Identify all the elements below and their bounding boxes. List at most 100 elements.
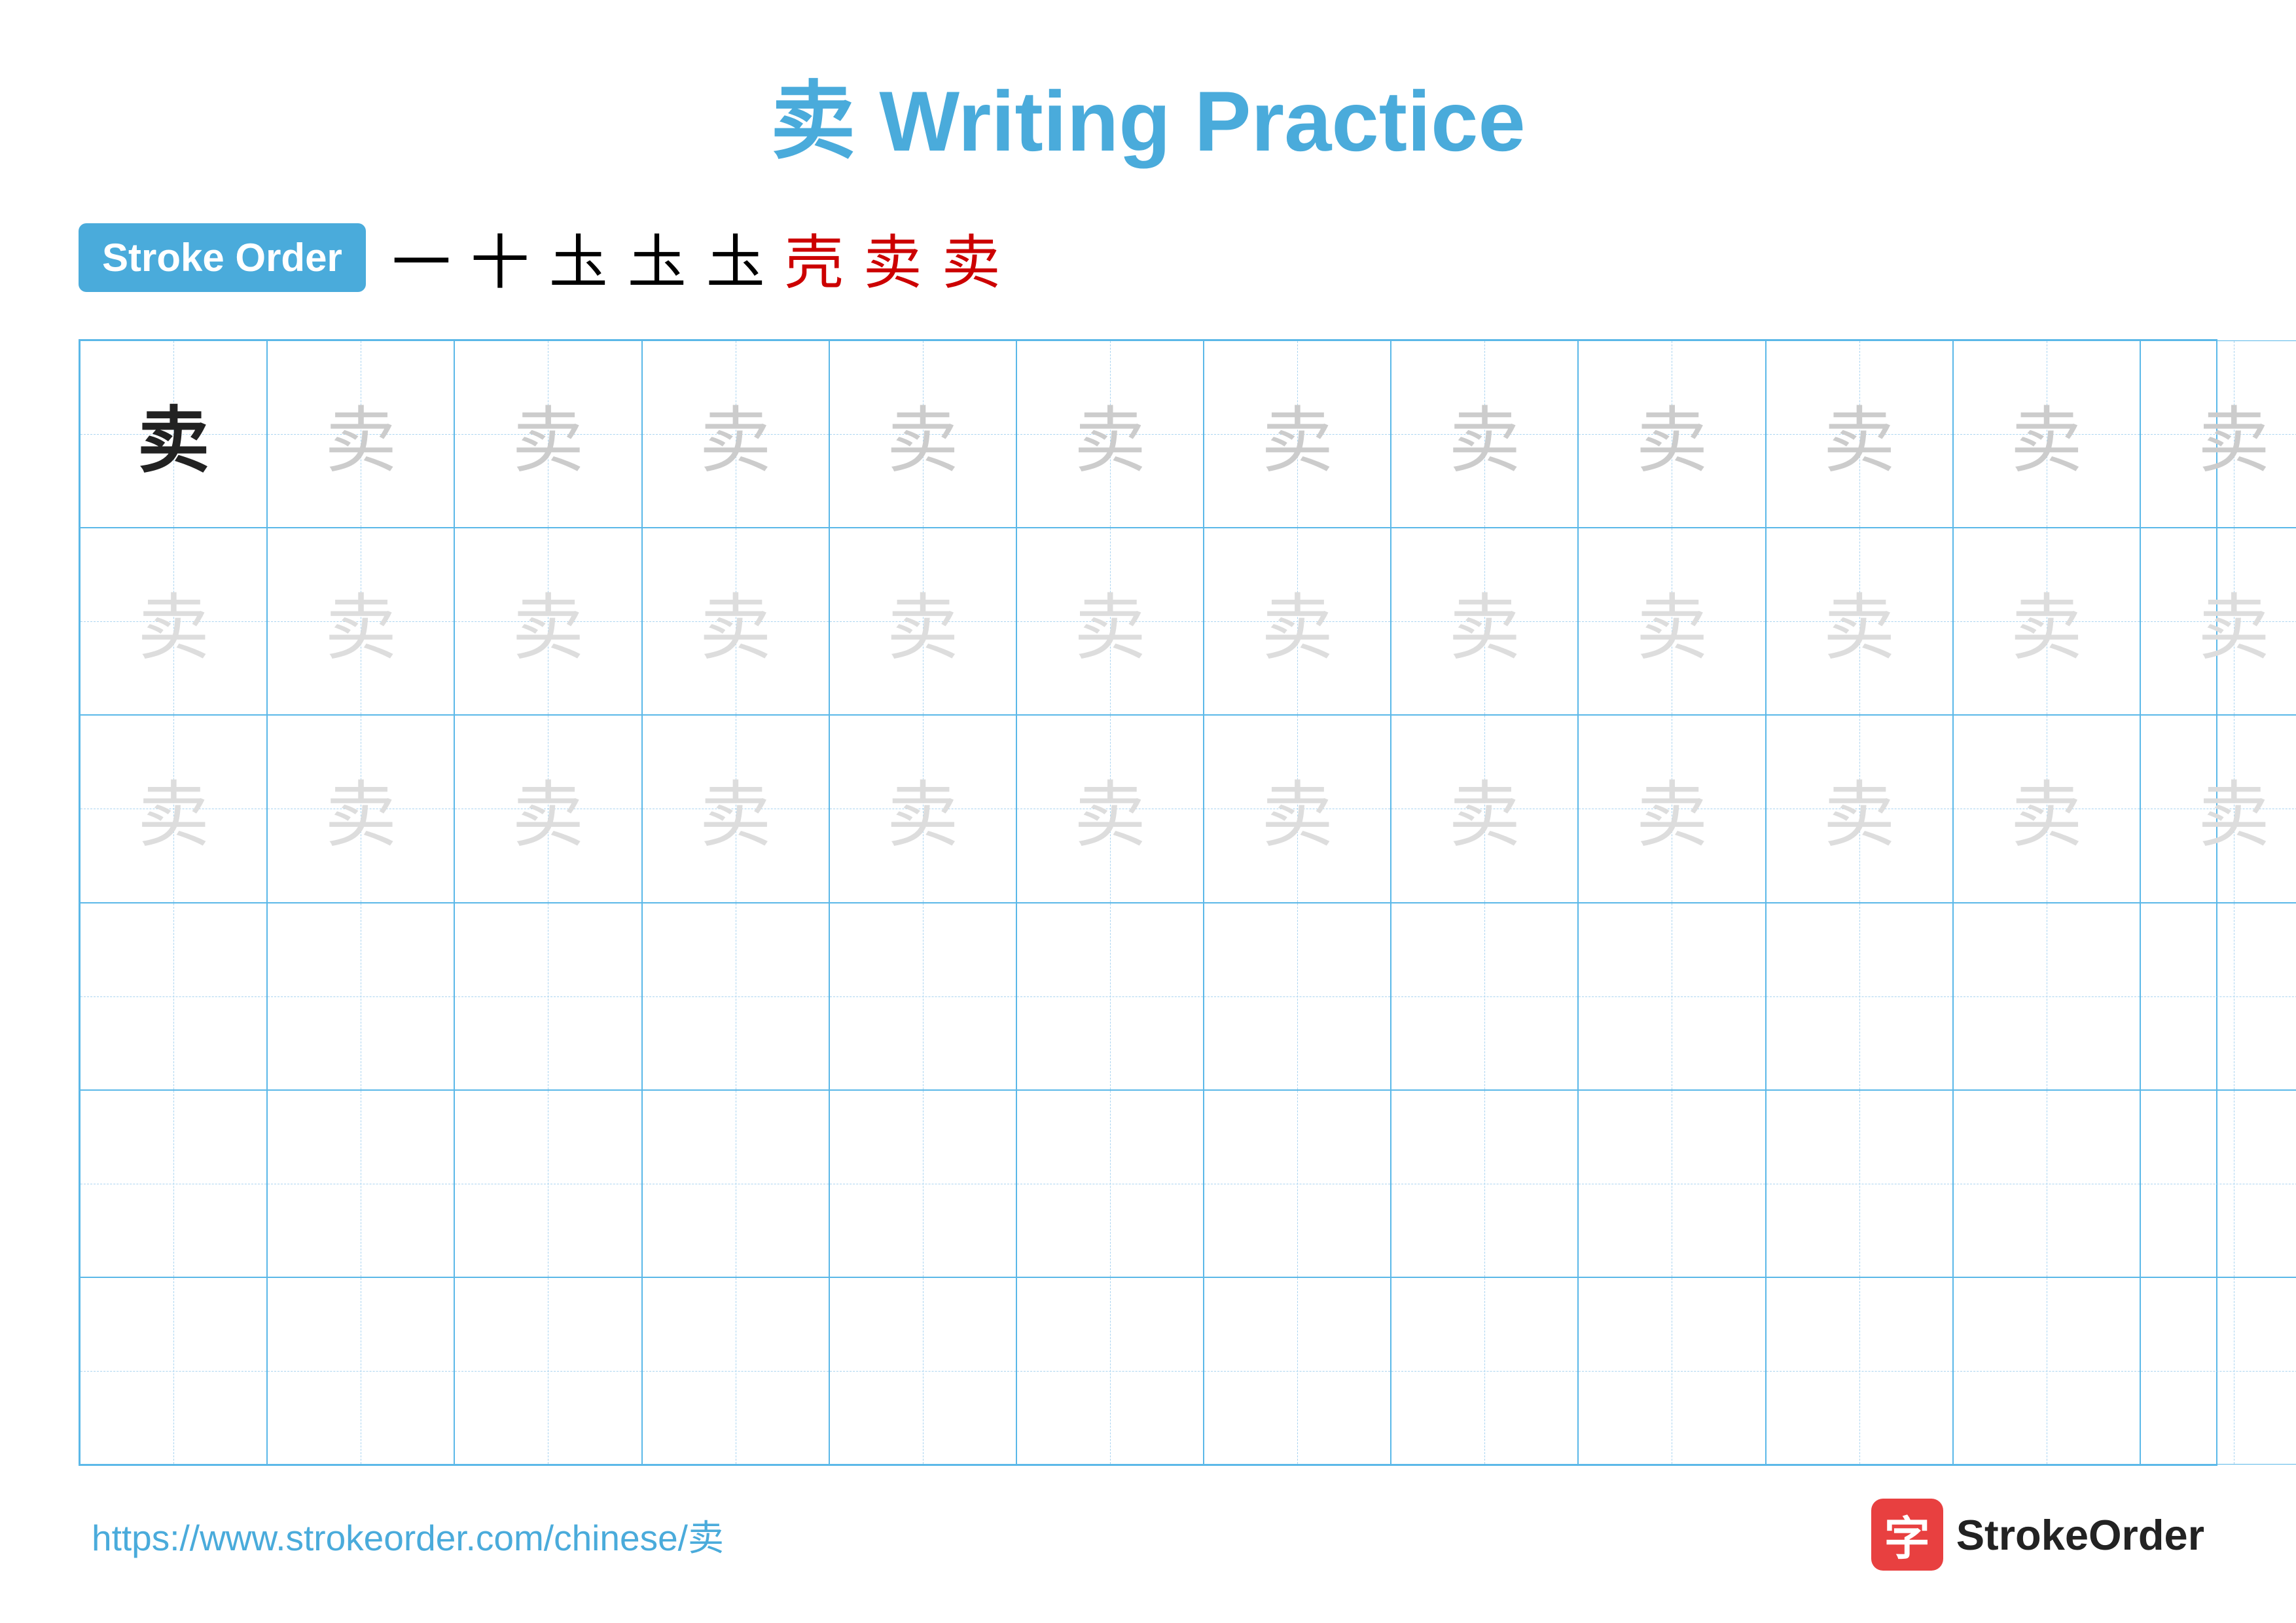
- grid-cell[interactable]: 卖: [642, 340, 829, 528]
- grid-cell[interactable]: [267, 903, 454, 1090]
- grid-cell[interactable]: 卖: [1016, 340, 1204, 528]
- grid-cell[interactable]: 卖: [1578, 528, 1765, 715]
- grid-cell[interactable]: 卖: [1204, 340, 1391, 528]
- grid-cell[interactable]: [1016, 903, 1204, 1090]
- char-lighter: 卖: [1074, 756, 1146, 861]
- grid-cell[interactable]: 卖: [829, 715, 1016, 902]
- grid-cell[interactable]: [1766, 1090, 1953, 1277]
- grid-cell[interactable]: [829, 903, 1016, 1090]
- grid-cell[interactable]: [1016, 1090, 1204, 1277]
- grid-cell[interactable]: 卖: [1391, 340, 1578, 528]
- grid-cell[interactable]: 卖: [1578, 340, 1765, 528]
- grid-cell[interactable]: [1953, 1277, 2140, 1465]
- grid-cell[interactable]: 卖: [1953, 715, 2140, 902]
- char-light: 卖: [700, 382, 772, 486]
- char-lighter: 卖: [1074, 569, 1146, 674]
- grid-cell[interactable]: [1204, 1277, 1391, 1465]
- stroke-4: 圡: [628, 215, 687, 300]
- logo-char: 字: [1884, 1502, 1930, 1568]
- grid-cell[interactable]: 卖: [1391, 528, 1578, 715]
- grid-cell[interactable]: [2140, 1277, 2296, 1465]
- char-lighter: 卖: [1823, 569, 1895, 674]
- grid-cell[interactable]: 卖: [1766, 528, 1953, 715]
- grid-cell[interactable]: [1578, 903, 1765, 1090]
- grid-cell[interactable]: [1391, 1090, 1578, 1277]
- grid-cell[interactable]: [642, 1090, 829, 1277]
- logo-icon: 字: [1871, 1499, 1943, 1571]
- grid-cell[interactable]: [2140, 1090, 2296, 1277]
- grid-cell[interactable]: 卖: [80, 715, 267, 902]
- grid-cell[interactable]: 卖: [1766, 340, 1953, 528]
- grid-cell[interactable]: [1578, 1277, 1765, 1465]
- char-light: 卖: [2198, 382, 2270, 486]
- char-lighter: 卖: [325, 569, 397, 674]
- stroke-6: 壳: [785, 215, 844, 300]
- grid-cell[interactable]: [454, 1090, 641, 1277]
- grid-cell[interactable]: [80, 1090, 267, 1277]
- char-lighter: 卖: [700, 569, 772, 674]
- grid-cell[interactable]: 卖: [1391, 715, 1578, 902]
- grid-cell[interactable]: 卖: [454, 340, 641, 528]
- grid-cell[interactable]: 卖: [642, 715, 829, 902]
- char-lighter: 卖: [2011, 569, 2083, 674]
- grid-cell[interactable]: [1766, 903, 1953, 1090]
- grid-cell[interactable]: 卖: [267, 715, 454, 902]
- grid-cell[interactable]: [1953, 903, 2140, 1090]
- stroke-2: 十: [471, 215, 529, 300]
- grid-cell[interactable]: [267, 1090, 454, 1277]
- stroke-order-chars: 一 十 圡 圡 圡 壳 卖 卖: [392, 215, 1001, 300]
- char-lighter: 卖: [1448, 756, 1520, 861]
- grid-cell[interactable]: [454, 1277, 641, 1465]
- grid-cell[interactable]: 卖: [642, 528, 829, 715]
- footer: https://www.strokeorder.com/chinese/卖 字 …: [79, 1499, 2217, 1571]
- grid-cell[interactable]: [1204, 903, 1391, 1090]
- grid-cell[interactable]: 卖: [1766, 715, 1953, 902]
- grid-cell[interactable]: [2140, 903, 2296, 1090]
- grid-cell[interactable]: [1016, 1277, 1204, 1465]
- grid-cell[interactable]: [1391, 1277, 1578, 1465]
- stroke-order-badge: Stroke Order: [79, 223, 366, 292]
- footer-url: https://www.strokeorder.com/chinese/卖: [92, 1508, 724, 1561]
- grid-cell[interactable]: [1204, 1090, 1391, 1277]
- grid-cell[interactable]: 卖: [1953, 528, 2140, 715]
- grid-cell[interactable]: 卖: [1016, 528, 1204, 715]
- grid-cell[interactable]: [642, 1277, 829, 1465]
- grid-cell[interactable]: 卖: [2140, 715, 2296, 902]
- grid-cell[interactable]: 卖: [2140, 528, 2296, 715]
- char-lighter: 卖: [325, 756, 397, 861]
- grid-cell[interactable]: 卖: [267, 340, 454, 528]
- grid-cell[interactable]: [1953, 1090, 2140, 1277]
- grid-cell[interactable]: 卖: [267, 528, 454, 715]
- char-lighter: 卖: [137, 756, 209, 861]
- char-lighter: 卖: [512, 756, 584, 861]
- grid-cell[interactable]: [267, 1277, 454, 1465]
- grid-cell[interactable]: [1391, 903, 1578, 1090]
- char-lighter: 卖: [512, 569, 584, 674]
- char-lighter: 卖: [137, 569, 209, 674]
- grid-cell[interactable]: [454, 903, 641, 1090]
- grid-cell[interactable]: [80, 1277, 267, 1465]
- grid-cell[interactable]: [829, 1277, 1016, 1465]
- grid-cell[interactable]: 卖: [454, 715, 641, 902]
- grid-cell[interactable]: 卖: [1204, 715, 1391, 902]
- grid-cell[interactable]: 卖: [80, 340, 267, 528]
- grid-cell[interactable]: 卖: [80, 528, 267, 715]
- grid-cell[interactable]: 卖: [1016, 715, 1204, 902]
- grid-cell[interactable]: 卖: [829, 528, 1016, 715]
- char-lighter: 卖: [1636, 569, 1708, 674]
- grid-cell[interactable]: 卖: [1578, 715, 1765, 902]
- grid-cell[interactable]: [1766, 1277, 1953, 1465]
- grid-cell[interactable]: [1578, 1090, 1765, 1277]
- grid-cell[interactable]: 卖: [454, 528, 641, 715]
- grid-cell[interactable]: 卖: [2140, 340, 2296, 528]
- grid-cell[interactable]: [829, 1090, 1016, 1277]
- page-title: 卖 Writing Practice: [79, 52, 2217, 175]
- grid-cell[interactable]: 卖: [1953, 340, 2140, 528]
- grid-cell[interactable]: [80, 903, 267, 1090]
- grid-cell[interactable]: [642, 903, 829, 1090]
- grid-cell[interactable]: 卖: [1204, 528, 1391, 715]
- char-lighter: 卖: [2198, 756, 2270, 861]
- grid-cell[interactable]: 卖: [829, 340, 1016, 528]
- stroke-order-row: Stroke Order 一 十 圡 圡 圡 壳 卖 卖: [79, 215, 2217, 300]
- logo-text: StrokeOrder: [1956, 1510, 2204, 1559]
